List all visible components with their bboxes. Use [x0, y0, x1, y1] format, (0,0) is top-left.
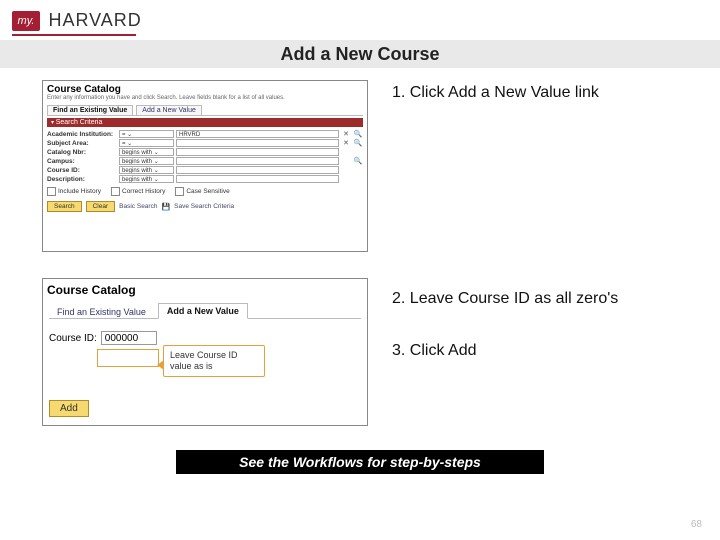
step-3: 3. Click Add [392, 342, 592, 360]
course-id-label: Course ID: [49, 333, 97, 344]
field-row: Course ID: begins with [47, 166, 363, 174]
field-input[interactable] [176, 175, 339, 183]
case-sensitive-checkbox[interactable]: Case Sensitive [175, 187, 229, 196]
save-icon: 💾 [161, 203, 170, 211]
course-id-input[interactable] [101, 331, 157, 345]
panel1-tabs: Find an Existing Value Add a New Value [43, 103, 367, 115]
button-row: Search Clear Basic Search 💾 Save Search … [43, 198, 367, 215]
tab-underline [47, 115, 363, 116]
field-label: Course ID: [47, 167, 117, 174]
basic-search-link[interactable]: Basic Search [119, 203, 157, 210]
step-1: 1. Click Add a New Value link [392, 84, 622, 102]
page-title: Add a New Course [0, 40, 720, 68]
logo-brand: HARVARD [48, 10, 141, 31]
check-row: Include History Correct History Case Sen… [43, 185, 367, 198]
op-select[interactable]: begins with [119, 157, 174, 165]
screenshot-existing-value: Course Catalog Enter any information you… [42, 80, 368, 252]
op-select[interactable]: begins with [119, 166, 174, 174]
field-label: Campus: [47, 158, 117, 165]
course-id-row: Course ID: [43, 319, 367, 345]
search-button[interactable]: Search [47, 201, 82, 212]
clear-button[interactable]: Clear [86, 201, 116, 212]
field-row: Campus: begins with 🔍 [47, 157, 363, 165]
op-select[interactable]: = [119, 130, 174, 138]
clear-icon[interactable]: ✕ [341, 130, 351, 138]
field-label: Description: [47, 176, 117, 183]
correct-history-checkbox[interactable]: Correct History [111, 187, 165, 196]
field-input[interactable]: HRVRD [176, 130, 339, 138]
search-fields: Academic Institution: = HRVRD ✕ 🔍 Subjec… [43, 129, 367, 185]
field-row: Subject Area: = ✕ 🔍 [47, 139, 363, 147]
field-input[interactable] [176, 139, 339, 147]
logo-underline [12, 34, 136, 36]
field-row: Academic Institution: = HRVRD ✕ 🔍 [47, 130, 363, 138]
tab-find-existing[interactable]: Find an Existing Value [47, 105, 133, 115]
field-label: Academic Institution: [47, 131, 117, 138]
search-criteria-bar[interactable]: Search Criteria [47, 118, 363, 127]
field-label: Catalog Nbr: [47, 149, 117, 156]
tab-add-new[interactable]: Add a New Value [136, 105, 202, 115]
op-select[interactable]: begins with [119, 148, 174, 156]
clear-icon[interactable]: ✕ [341, 139, 351, 147]
callout: Leave Course ID value as is [163, 345, 265, 377]
field-label: Subject Area: [47, 140, 117, 147]
op-select[interactable]: = [119, 139, 174, 147]
lookup-icon[interactable]: 🔍 [353, 157, 363, 165]
panel2-heading: Course Catalog [43, 279, 367, 297]
step-2: 2. Leave Course ID as all zero's [392, 290, 632, 308]
field-input[interactable] [176, 148, 339, 156]
callout-highlight [97, 349, 159, 367]
lookup-icon[interactable]: 🔍 [353, 130, 363, 138]
panel1-subtext: Enter any information you have and click… [43, 95, 367, 103]
footer-bar: See the Workflows for step-by-steps [176, 450, 544, 474]
panel2-tabs: Find an Existing Value Add a New Value [43, 297, 367, 319]
include-history-checkbox[interactable]: Include History [47, 187, 101, 196]
field-row: Description: begins with [47, 175, 363, 183]
op-select[interactable]: begins with [119, 175, 174, 183]
screenshot-add-new-value: Course Catalog Find an Existing Value Ad… [42, 278, 368, 426]
add-button[interactable]: Add [49, 400, 89, 417]
field-input[interactable] [176, 157, 339, 165]
page-number: 68 [691, 519, 702, 530]
logo-badge: my. [12, 11, 40, 31]
tab-find-existing[interactable]: Find an Existing Value [49, 305, 154, 319]
save-search-link[interactable]: Save Search Criteria [174, 203, 234, 210]
field-input[interactable] [176, 166, 339, 174]
panel1-heading: Course Catalog [43, 81, 367, 95]
field-row: Catalog Nbr: begins with [47, 148, 363, 156]
logo: my. HARVARD [12, 10, 142, 31]
lookup-icon[interactable]: 🔍 [353, 139, 363, 147]
tab-add-new[interactable]: Add a New Value [158, 303, 248, 319]
